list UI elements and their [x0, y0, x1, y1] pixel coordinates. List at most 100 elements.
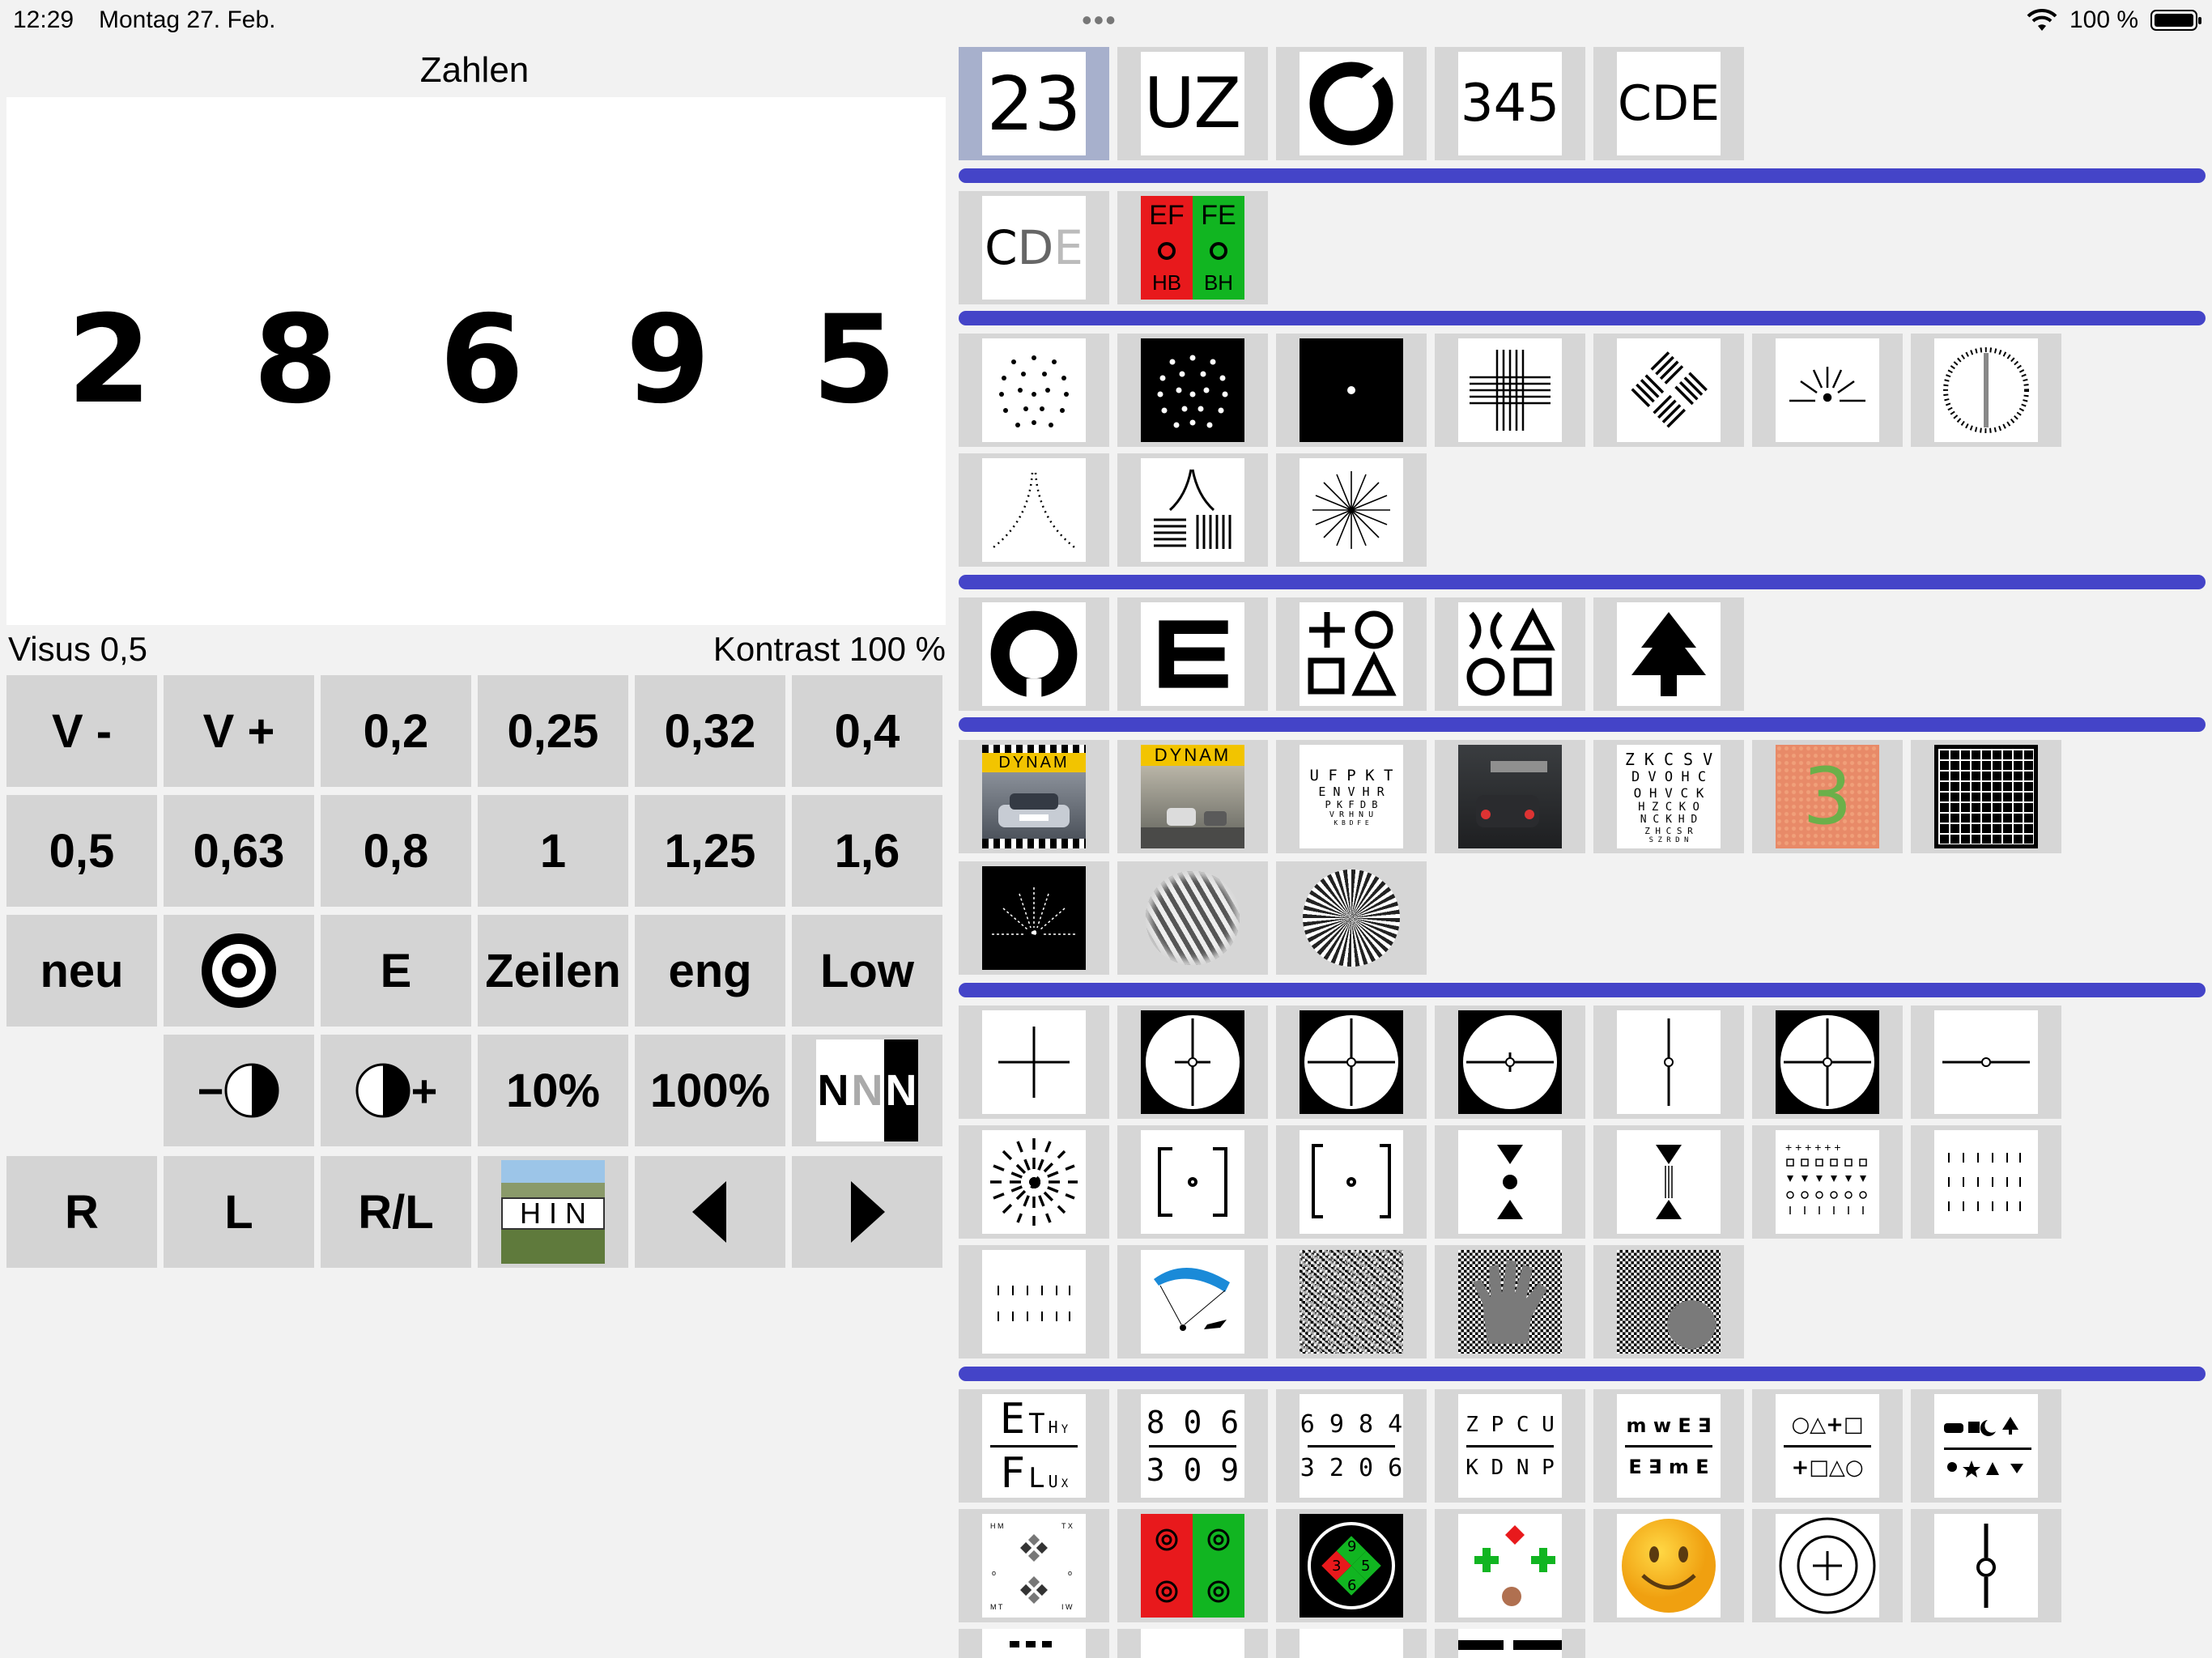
tile-siemens-star[interactable]	[1276, 861, 1427, 975]
contrast-minus-button[interactable]: −	[164, 1035, 314, 1146]
tile-lea-symbols[interactable]	[1276, 597, 1427, 711]
tile-gabor-grating[interactable]	[1117, 861, 1268, 975]
tile-patti-symbols[interactable]	[1435, 597, 1585, 711]
tile-paraglider[interactable]	[1117, 1245, 1268, 1358]
contrast-steps-button[interactable]: N N N	[792, 1035, 942, 1146]
tile-line-rows-2[interactable]	[959, 1245, 1109, 1358]
tile-vertical-bar-ring[interactable]	[1911, 1509, 2061, 1622]
tile-e-hooks-row[interactable]: m w E ∃ E ∃ m E	[1593, 1389, 1744, 1503]
multitasking-dots[interactable]: •••	[1082, 3, 1117, 37]
tile-worth-four-dot[interactable]: 9 3 5 6	[1276, 1509, 1427, 1622]
tile-smiley[interactable]	[1593, 1509, 1744, 1622]
tile-landolt-large[interactable]	[959, 597, 1109, 711]
tile-fork-lines[interactable]	[1117, 453, 1268, 567]
tile-digits-806[interactable]: 8 0 6 3 0 9	[1117, 1389, 1268, 1503]
tile-horizontal-line-test[interactable]	[1911, 1005, 2061, 1119]
tile-fixation-cross[interactable]	[959, 1005, 1109, 1119]
tile-polarized-cross[interactable]	[1276, 1005, 1427, 1119]
tile-red-green-targets[interactable]	[1117, 1509, 1268, 1622]
tile-hourglass-lines[interactable]	[1593, 1125, 1744, 1239]
tile-letters-cde[interactable]: CDE	[1593, 47, 1744, 160]
previous-button[interactable]	[635, 1156, 785, 1268]
tile-diamond-lines[interactable]	[1593, 334, 1744, 447]
tile-landolt-ring[interactable]	[1276, 47, 1427, 160]
tile-partial[interactable]	[1435, 1629, 1585, 1658]
contrast-100-button[interactable]: 100%	[635, 1035, 785, 1146]
low-button[interactable]: Low	[792, 915, 942, 1027]
tile-symbol-rows[interactable]: + + + + + +	[1752, 1125, 1903, 1239]
tile-picture-symbols[interactable]	[1911, 1389, 2061, 1503]
contrast-plus-button[interactable]: +	[321, 1035, 471, 1146]
tile-sunburst-dark[interactable]	[959, 861, 1109, 975]
tile-vertical-line-test[interactable]	[1593, 1005, 1744, 1119]
hin-photo-button[interactable]: H I N	[478, 1156, 628, 1268]
tile-diamond-chart[interactable]: H M T X o o M T I W	[959, 1509, 1109, 1622]
visus-1-button[interactable]: 1	[478, 795, 628, 907]
visus-0-32-button[interactable]: 0,32	[635, 675, 785, 787]
tile-ishihara[interactable]: 3	[1752, 740, 1903, 853]
target-button[interactable]	[164, 915, 314, 1027]
tile-worth-shapes[interactable]	[1435, 1509, 1585, 1622]
visus-0-63-button[interactable]: 0,63	[164, 795, 314, 907]
visus-0-4-button[interactable]: 0,4	[792, 675, 942, 787]
visus-1-25-button[interactable]: 1,25	[635, 795, 785, 907]
tile-dynamic-video[interactable]: DYNAM	[959, 740, 1109, 853]
tile-hourglass-test[interactable]	[1435, 1125, 1585, 1239]
tile-dot-pattern-inverse[interactable]	[1117, 334, 1268, 447]
tile-ethy-flux[interactable]: E T H Y F L U X	[959, 1389, 1109, 1503]
visus-0-2-button[interactable]: 0,2	[321, 675, 471, 787]
tile-contrast-letters[interactable]: CDE	[959, 191, 1109, 304]
tile-partial[interactable]	[959, 1629, 1109, 1658]
visus-0-8-button[interactable]: 0,8	[321, 795, 471, 907]
right-eye-button[interactable]: R	[6, 1156, 157, 1268]
next-button[interactable]	[792, 1156, 942, 1268]
visus-0-25-button[interactable]: 0,25	[478, 675, 628, 787]
tile-night-photo[interactable]	[1435, 740, 1585, 853]
tile-dot-pattern[interactable]	[959, 334, 1109, 447]
tile-random-dots-circle[interactable]	[1593, 1245, 1744, 1358]
svg-text:M T: M T	[990, 1603, 1003, 1611]
tile-polarized-horizontal[interactable]	[1435, 1005, 1585, 1119]
tile-radial-lines[interactable]	[959, 1125, 1109, 1239]
tile-partial[interactable]	[1276, 1629, 1427, 1658]
tile-shapes-row[interactable]: ○△+□ +□△○	[1752, 1389, 1903, 1503]
tile-tree-symbol[interactable]	[1593, 597, 1744, 711]
tile-e-hook[interactable]	[1117, 597, 1268, 711]
tile-polarized-cross-vertical[interactable]	[1117, 1005, 1268, 1119]
contrast-10-button[interactable]: 10%	[478, 1035, 628, 1146]
tile-letters[interactable]: UZ	[1117, 47, 1268, 160]
tile-red-green[interactable]: EF HB FE BH	[1117, 191, 1268, 304]
e-hook-button[interactable]: E	[321, 915, 471, 1027]
tile-star-rays[interactable]	[1276, 453, 1427, 567]
visus-minus-button[interactable]: V -	[6, 675, 157, 787]
tile-clock-dial[interactable]	[1911, 334, 2061, 447]
left-eye-button[interactable]: L	[164, 1156, 314, 1268]
tile-bracket-wide[interactable]	[1276, 1125, 1427, 1239]
tile-letter-chart[interactable]: U F P K T E N V H R P K F D B V R H N U …	[1276, 740, 1427, 853]
tile-random-dots[interactable]	[1276, 1245, 1427, 1358]
visus-0-5-button[interactable]: 0,5	[6, 795, 157, 907]
eng-button[interactable]: eng	[635, 915, 785, 1027]
tile-amsler-grid[interactable]	[1911, 740, 2061, 853]
tile-line-rows[interactable]	[1911, 1125, 2061, 1239]
tile-cross-grid[interactable]	[1435, 334, 1585, 447]
tile-bracket-square[interactable]	[1117, 1125, 1268, 1239]
tile-digits-345[interactable]: 345	[1435, 47, 1585, 160]
tile-circle-plus[interactable]	[1752, 1509, 1903, 1622]
zeilen-button[interactable]: Zeilen	[478, 915, 628, 1027]
new-button[interactable]: neu	[6, 915, 157, 1027]
tile-dynamic-photo[interactable]: DYNAM	[1117, 740, 1268, 853]
tile-digits-6984[interactable]: 6 9 8 4 3 2 0 6	[1276, 1389, 1427, 1503]
tile-numbers[interactable]: 23	[959, 47, 1109, 160]
tile-sunburst-half[interactable]	[1752, 334, 1903, 447]
tile-letter-chart-2[interactable]: Z K C S V D V O H C O H V C K H Z C K O …	[1593, 740, 1744, 853]
visus-plus-button[interactable]: V +	[164, 675, 314, 787]
tile-partial[interactable]	[1117, 1629, 1268, 1658]
tile-fixation-dot[interactable]	[1276, 334, 1427, 447]
tile-letters-zpcu[interactable]: Z P C U K D N P	[1435, 1389, 1585, 1503]
both-eyes-button[interactable]: R/L	[321, 1156, 471, 1268]
tile-dotted-arches[interactable]	[959, 453, 1109, 567]
visus-1-6-button[interactable]: 1,6	[792, 795, 942, 907]
tile-random-dots-hand[interactable]	[1435, 1245, 1585, 1358]
tile-polarized-cross-2[interactable]	[1752, 1005, 1903, 1119]
